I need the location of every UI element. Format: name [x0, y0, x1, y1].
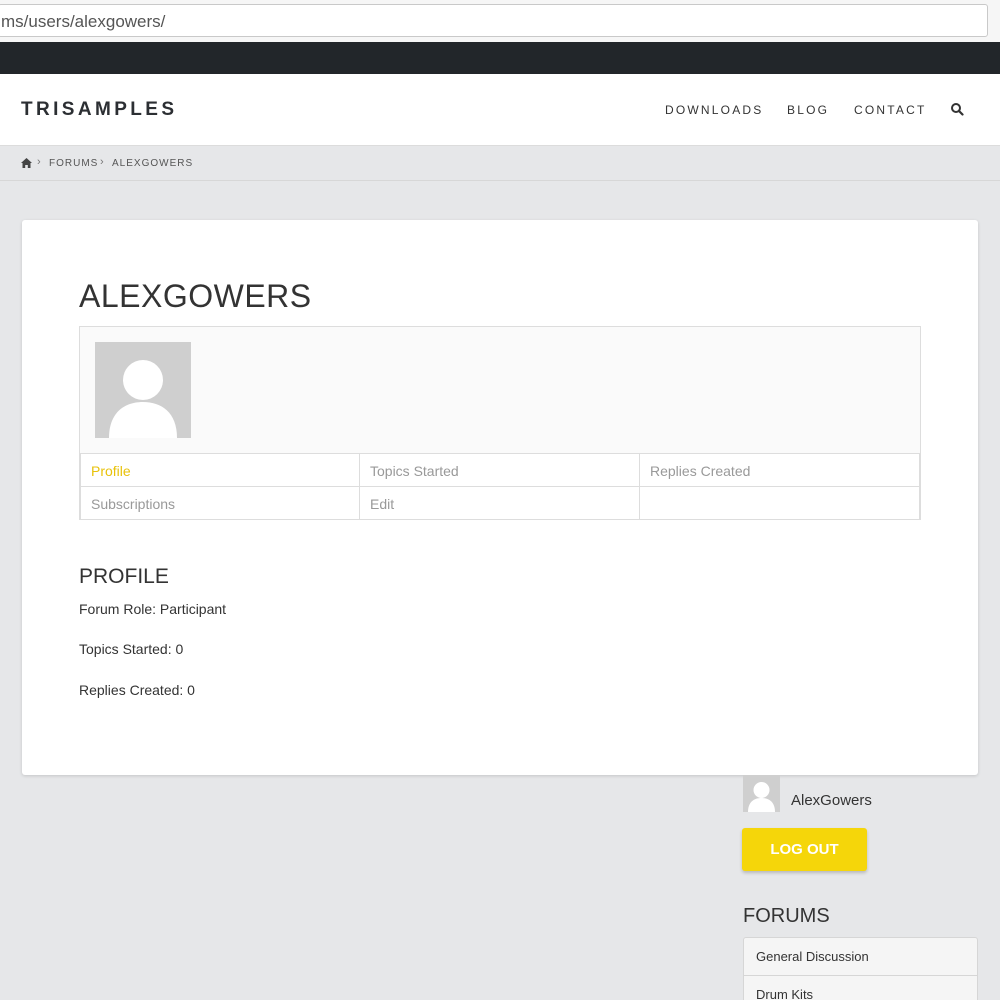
replies-created-count: Replies Created: 0 [79, 682, 195, 698]
breadcrumb-separator: › [37, 156, 41, 168]
nav-blog[interactable]: BLOG [787, 103, 829, 117]
section-title: PROFILE [79, 565, 169, 588]
url-text: ms/users/alexgowers/ [1, 12, 166, 31]
forum-item-drum-kits[interactable]: Drum Kits [744, 976, 977, 1000]
sidebar-avatar[interactable] [743, 775, 780, 812]
default-avatar-icon [109, 360, 177, 438]
breadcrumb-separator: › [100, 156, 104, 168]
tab-edit[interactable]: Edit [359, 486, 640, 520]
site-logo[interactable]: TRISAMPLES [21, 99, 177, 121]
breadcrumb-forums[interactable]: FORUMS [49, 158, 98, 169]
url-field[interactable]: ms/users/alexgowers/ [0, 4, 988, 37]
logout-button[interactable]: LOG OUT [742, 828, 867, 871]
empty-cell [639, 486, 920, 520]
page-title: ALEXGOWERS [79, 278, 312, 314]
tab-profile[interactable]: Profile [80, 453, 360, 487]
user-details-box: Profile Topics Started Replies Created S… [79, 326, 921, 520]
breadcrumb: › FORUMS › ALEXGOWERS [0, 146, 1000, 181]
avatar [95, 342, 191, 438]
nav-downloads[interactable]: DOWNLOADS [665, 103, 763, 117]
profile-nav: Profile Topics Started Replies Created S… [80, 453, 920, 520]
breadcrumb-current: ALEXGOWERS [112, 158, 194, 169]
tab-replies-created[interactable]: Replies Created [639, 453, 920, 487]
home-icon[interactable] [21, 158, 32, 168]
top-strip [0, 42, 1000, 74]
forum-list: General Discussion Drum Kits [743, 937, 978, 1000]
topics-started-count: Topics Started: 0 [79, 641, 184, 657]
sidebar-username[interactable]: AlexGowers [791, 792, 872, 809]
browser-toolbar: ms/users/alexgowers/ [0, 0, 1000, 42]
site-header: TRISAMPLES DOWNLOADS BLOG CONTACT [0, 74, 1000, 146]
forum-role: Forum Role: Participant [79, 601, 227, 617]
profile-card: ALEXGOWERS Profile Topics Started Replie… [22, 220, 978, 775]
forums-heading: FORUMS [743, 905, 830, 927]
forum-item-general-discussion[interactable]: General Discussion [744, 938, 977, 976]
default-avatar-icon [748, 782, 775, 812]
nav-contact[interactable]: CONTACT [854, 103, 927, 117]
search-icon[interactable] [950, 102, 964, 116]
tab-topics-started[interactable]: Topics Started [359, 453, 640, 487]
tab-subscriptions[interactable]: Subscriptions [80, 486, 360, 520]
